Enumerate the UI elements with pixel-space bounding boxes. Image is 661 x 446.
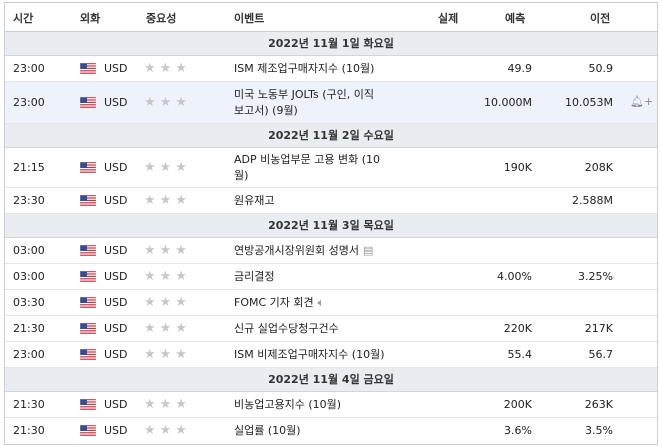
us-flag-icon [80, 297, 96, 308]
table-row[interactable]: 23:00 USD ★★★ 미국 노동부 JOLTs (구인, 이직 보고서) (… [5, 82, 657, 124]
forecast-value: 49.9 [507, 62, 533, 75]
bell-plus-icon[interactable]: 🔔︎+ [630, 95, 653, 108]
header-time[interactable]: 시간 [13, 10, 33, 26]
event-time: 21:30 [13, 424, 45, 437]
event-time: 21:30 [13, 322, 45, 335]
previous-value: 3.5% [585, 424, 613, 437]
table-row[interactable]: 23:00 USD ★★★ ISM 제조업구매자지수 (10월) 49.9 50… [5, 56, 657, 82]
currency-code: USD [104, 96, 128, 109]
document-icon[interactable]: ▤ [363, 244, 373, 257]
event-time: 23:00 [13, 62, 45, 75]
event-time: 23:00 [13, 96, 45, 109]
table-row[interactable]: 23:00 USD ★★★ ISM 비제조업구매자지수 (10월) 55.4 5… [5, 342, 657, 368]
date-row: 2022년 11월 4일 금요일 [5, 368, 657, 392]
us-flag-icon [80, 245, 96, 256]
star-icon: ★★★ [144, 160, 191, 175]
star-icon: ★★★ [144, 269, 191, 284]
us-flag-icon [80, 399, 96, 410]
star-icon: ★★★ [144, 423, 191, 438]
table-row[interactable]: 21:30 USD ★★★ 신규 실업수당청구건수 220K 217K [5, 316, 657, 342]
event-time: 21:30 [13, 398, 45, 411]
star-icon: ★★★ [144, 321, 191, 336]
currency-code: USD [104, 322, 128, 335]
table-row[interactable]: 21:30 USD ★★★ 비농업고용지수 (10월) 200K 263K [5, 392, 657, 418]
table-row[interactable]: 23:30 USD ★★★ 원유재고 2.588M [5, 188, 657, 214]
us-flag-icon [80, 425, 96, 436]
previous-value: 10.053M [565, 96, 613, 109]
forecast-value: 10.000M [484, 96, 532, 109]
header-currency[interactable]: 외화 [80, 10, 100, 26]
star-icon: ★★★ [144, 193, 191, 208]
star-icon: ★★★ [144, 347, 191, 362]
event-time: 21:15 [13, 161, 45, 174]
event-name[interactable]: 원유재고 [234, 193, 429, 209]
star-icon: ★★★ [144, 295, 191, 310]
event-name[interactable]: FOMC 기자 회견 🔈︎ [234, 295, 429, 311]
currency-code: USD [104, 62, 128, 75]
star-icon: ★★★ [144, 397, 191, 412]
event-time: 23:00 [13, 348, 45, 361]
us-flag-icon [80, 162, 96, 173]
date-row: 2022년 11월 1일 화요일 [5, 32, 657, 56]
event-name[interactable]: 비농업고용지수 (10월) [234, 397, 429, 413]
event-name[interactable]: 연방공개시장위원회 성명서 ▤ [234, 243, 429, 259]
previous-value: 50.9 [588, 62, 614, 75]
us-flag-icon [80, 195, 96, 206]
event-name[interactable]: ADP 비농업부문 고용 변화 (10 월) [234, 152, 429, 184]
forecast-value: 3.6% [504, 424, 532, 437]
star-icon: ★★★ [144, 61, 191, 76]
currency-code: USD [104, 194, 128, 207]
forecast-value: 200K [503, 398, 532, 411]
currency-code: USD [104, 270, 128, 283]
previous-value: 3.25% [578, 270, 613, 283]
forecast-value: 220K [503, 322, 532, 335]
forecast-value: 190K [503, 161, 532, 174]
event-name[interactable]: ISM 제조업구매자지수 (10월) [234, 61, 429, 77]
currency-code: USD [104, 161, 128, 174]
table-row[interactable]: 03:00 USD ★★★ 금리결정 4.00% 3.25% [5, 264, 657, 290]
event-name[interactable]: 금리결정 [234, 269, 429, 285]
date-row: 2022년 11월 2일 수요일 [5, 124, 657, 148]
forecast-value: 55.4 [507, 348, 533, 361]
date-row: 2022년 11월 3일 목요일 [5, 214, 657, 238]
us-flag-icon [80, 349, 96, 360]
currency-code: USD [104, 424, 128, 437]
star-icon: ★★★ [144, 95, 191, 110]
event-time: 03:00 [13, 244, 45, 257]
star-icon: ★★★ [144, 243, 191, 258]
table-row[interactable]: 03:30 USD ★★★ FOMC 기자 회견 🔈︎ [5, 290, 657, 316]
us-flag-icon [80, 271, 96, 282]
table-row[interactable]: 21:30 USD ★★★ 실업률 (10월) 3.6% 3.5% [5, 418, 657, 444]
event-time: 03:00 [13, 270, 45, 283]
event-time: 03:30 [13, 296, 45, 309]
table-header: 시간 외화 중요성 이벤트 실제 예측 이전 [5, 2, 657, 32]
previous-value: 208K [584, 161, 613, 174]
us-flag-icon [80, 97, 96, 108]
header-previous[interactable]: 이전 [590, 10, 610, 26]
currency-code: USD [104, 398, 128, 411]
header-actual[interactable]: 실제 [438, 10, 458, 26]
previous-value: 56.7 [588, 348, 614, 361]
header-forecast[interactable]: 예측 [505, 10, 525, 26]
us-flag-icon [80, 323, 96, 334]
us-flag-icon [80, 63, 96, 74]
currency-code: USD [104, 348, 128, 361]
previous-value: 2.588M [572, 194, 613, 207]
speaker-icon[interactable]: 🔈︎ [318, 296, 325, 309]
currency-code: USD [104, 296, 128, 309]
event-name[interactable]: 신규 실업수당청구건수 [234, 321, 429, 337]
economic-calendar-table: 시간 외화 중요성 이벤트 실제 예측 이전 2022년 11월 1일 화요일 … [4, 2, 658, 445]
event-name[interactable]: ISM 비제조업구매자지수 (10월) [234, 347, 429, 363]
forecast-value: 4.00% [497, 270, 532, 283]
currency-code: USD [104, 244, 128, 257]
table-row[interactable]: 03:00 USD ★★★ 연방공개시장위원회 성명서 ▤ [5, 238, 657, 264]
header-event[interactable]: 이벤트 [234, 10, 264, 26]
event-name[interactable]: 미국 노동부 JOLTs (구인, 이직 보고서) (9월) [234, 87, 429, 119]
previous-value: 263K [584, 398, 613, 411]
event-name[interactable]: 실업률 (10월) [234, 423, 429, 439]
table-row[interactable]: 21:15 USD ★★★ ADP 비농업부문 고용 변화 (10 월) 190K… [5, 148, 657, 188]
header-importance[interactable]: 중요성 [146, 10, 176, 26]
event-time: 23:30 [13, 194, 45, 207]
previous-value: 217K [584, 322, 613, 335]
